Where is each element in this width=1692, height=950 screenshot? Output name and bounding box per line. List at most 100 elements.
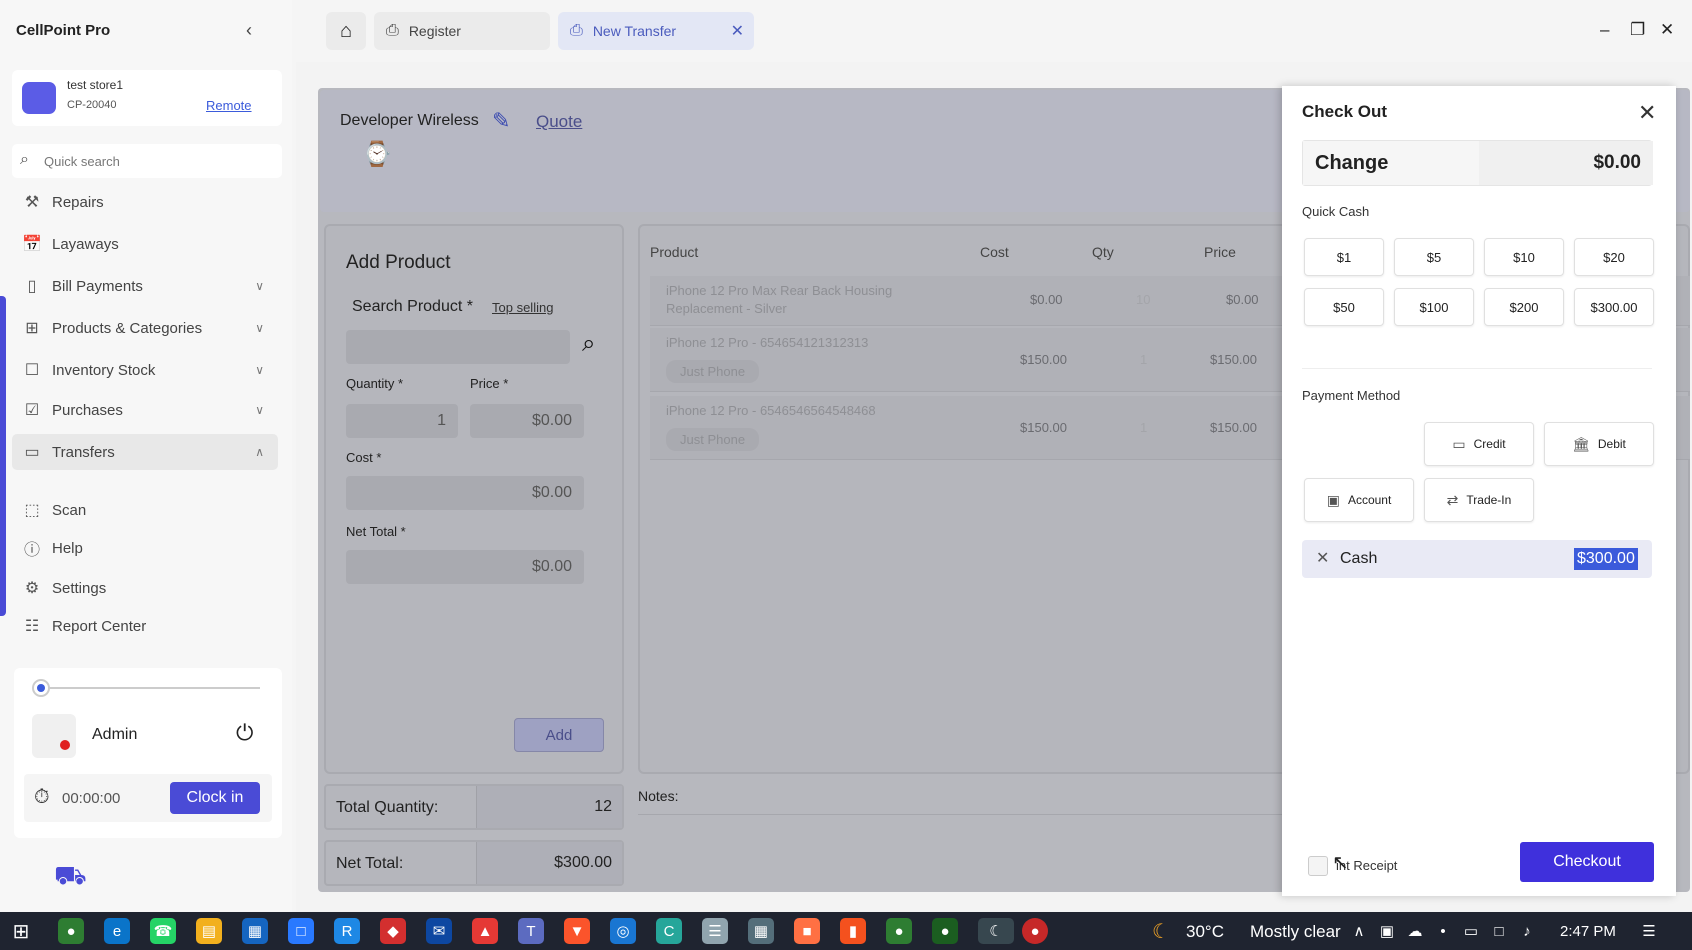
app-icon[interactable]: C: [656, 918, 682, 944]
camera-icon[interactable]: ▣: [1374, 918, 1400, 944]
status-slider-thumb[interactable]: [32, 679, 50, 697]
cellpoint-icon[interactable]: ☾: [978, 918, 1014, 944]
sidebar-item-transfers[interactable]: ▭ Transfers ∧: [12, 434, 278, 470]
notifications-icon[interactable]: ☰: [1636, 918, 1662, 944]
product-qty[interactable]: 1: [1140, 420, 1147, 435]
trade-in-button[interactable]: ⇄ Trade-In: [1424, 478, 1534, 522]
chrome-icon[interactable]: ●: [58, 918, 84, 944]
edge-icon[interactable]: e: [104, 918, 130, 944]
chrome-icon[interactable]: ●: [886, 918, 912, 944]
store-card[interactable]: test store1 CP-20040 Remote: [12, 70, 282, 126]
tab-register[interactable]: ⎙ Register: [374, 12, 550, 50]
net-total-field[interactable]: $0.00: [346, 550, 584, 584]
quick-search[interactable]: ⌕: [12, 144, 282, 178]
notepad-icon[interactable]: ☰: [702, 918, 728, 944]
windows-start-icon[interactable]: ⊞: [8, 918, 34, 944]
app-icon[interactable]: ◎: [610, 918, 636, 944]
sidebar-item-repairs[interactable]: ⚒ Repairs: [12, 184, 278, 220]
notes-field[interactable]: [638, 814, 1288, 815]
app-icon[interactable]: ◆: [380, 918, 406, 944]
product-qty[interactable]: 1: [1140, 352, 1147, 367]
debit-button[interactable]: 🏛 Debit: [1544, 422, 1654, 466]
app-icon[interactable]: ▮: [840, 918, 866, 944]
outlook-icon[interactable]: ✉: [426, 918, 452, 944]
cloud-icon[interactable]: ☁: [1402, 918, 1428, 944]
chrome-icon[interactable]: ●: [932, 918, 958, 944]
print-receipt-checkbox[interactable]: [1308, 856, 1328, 876]
sidebar-item-label: Settings: [52, 579, 107, 597]
chevron-left-icon[interactable]: ‹: [246, 20, 252, 41]
remote-link[interactable]: Remote: [206, 98, 252, 113]
brave-icon[interactable]: ▼: [564, 918, 590, 944]
home-tab[interactable]: ⌂: [326, 12, 366, 50]
store-icon[interactable]: ▦: [242, 918, 268, 944]
calculator-icon[interactable]: ▦: [748, 918, 774, 944]
product-search-input[interactable]: [346, 330, 570, 364]
cash-amount-input[interactable]: $300.00: [1574, 548, 1638, 570]
quick-cash-button[interactable]: $300.00: [1574, 288, 1654, 326]
edit-icon[interactable]: ✎: [492, 108, 510, 134]
sidebar-item-purchases[interactable]: ☑ Purchases ∨: [12, 392, 278, 428]
folder-icon[interactable]: ▤: [196, 918, 222, 944]
account-button[interactable]: ▣ Account: [1304, 478, 1414, 522]
change-value: $0.00: [1479, 141, 1653, 185]
quick-cash-button[interactable]: $50: [1304, 288, 1384, 326]
quick-cash-button[interactable]: $10: [1484, 238, 1564, 276]
sidebar-item-inventory[interactable]: ☐ Inventory Stock ∨: [12, 352, 278, 388]
quick-cash-button[interactable]: $200: [1484, 288, 1564, 326]
quick-search-input[interactable]: [44, 151, 264, 171]
record-icon[interactable]: ●: [1022, 918, 1048, 944]
remove-payment-icon[interactable]: ✕: [1316, 548, 1329, 568]
sidebar-item-products[interactable]: ⊞ Products & Categories ∨: [12, 310, 278, 346]
volume-icon[interactable]: ♪: [1514, 918, 1540, 944]
user-history-icon[interactable]: ⌚: [362, 140, 392, 169]
clock-in-button[interactable]: Clock in: [170, 782, 260, 814]
top-selling-link[interactable]: Top selling: [492, 300, 553, 315]
network-icon[interactable]: □: [1486, 918, 1512, 944]
sidebar-item-report-center[interactable]: ☷ Report Center: [12, 608, 278, 644]
app-icon[interactable]: ▲: [472, 918, 498, 944]
product-price: $150.00: [1210, 420, 1257, 435]
search-icon[interactable]: ⌕: [582, 330, 595, 358]
quick-cash-button[interactable]: $1: [1304, 238, 1384, 276]
battery-icon[interactable]: ▭: [1458, 918, 1484, 944]
help-icon: ⓘ: [23, 542, 40, 559]
sidebar-item-scan[interactable]: ⬚ Scan: [12, 492, 278, 528]
quote-link[interactable]: Quote: [536, 112, 582, 132]
add-button[interactable]: Add: [514, 718, 604, 752]
checkout-button[interactable]: Checkout: [1520, 842, 1654, 882]
chevron-up-icon[interactable]: ∧: [1346, 918, 1372, 944]
quick-cash-button[interactable]: $20: [1574, 238, 1654, 276]
total-quantity-label: Total Quantity:: [336, 799, 439, 816]
minimize-icon[interactable]: –: [1600, 20, 1609, 40]
app-icon[interactable]: □: [288, 918, 314, 944]
app-r-icon[interactable]: R: [334, 918, 360, 944]
product-qty[interactable]: 10: [1136, 292, 1150, 307]
truck-icon[interactable]: ⛟: [54, 860, 87, 895]
status-slider-track[interactable]: [40, 687, 260, 689]
close-window-icon[interactable]: ✕: [1660, 20, 1674, 40]
quantity-field[interactable]: 1: [346, 404, 458, 438]
app-icon[interactable]: ■: [794, 918, 820, 944]
price-field[interactable]: $0.00: [470, 404, 584, 438]
sidebar-item-layaways[interactable]: 📅 Layaways: [12, 226, 278, 262]
microphone-icon[interactable]: •: [1430, 918, 1456, 944]
teams-icon[interactable]: T: [518, 918, 544, 944]
credit-button[interactable]: ▭ Credit: [1424, 422, 1534, 466]
tab-new-transfer[interactable]: ⎙ New Transfer ✕: [558, 12, 754, 50]
close-icon[interactable]: ✕: [731, 21, 744, 41]
restore-icon[interactable]: ❐: [1630, 20, 1645, 40]
close-icon[interactable]: ✕: [1638, 100, 1656, 126]
power-icon[interactable]: ⏻: [236, 720, 253, 746]
product-name: iPhone 12 Pro Max Rear Back Housing Repl…: [666, 282, 892, 318]
sidebar-item-help[interactable]: ⓘ Help: [12, 530, 278, 566]
chevron-up-icon: ∧: [255, 445, 264, 459]
cost-field[interactable]: $0.00: [346, 476, 584, 510]
whatsapp-icon[interactable]: ☎: [150, 918, 176, 944]
quick-cash-button[interactable]: $100: [1394, 288, 1474, 326]
sidebar-item-bill-payments[interactable]: ▯ Bill Payments ∨: [12, 268, 278, 304]
quick-cash-button[interactable]: $5: [1394, 238, 1474, 276]
clock[interactable]: 2:47 PM: [1560, 923, 1616, 940]
credit-card-icon: ▭: [1452, 435, 1466, 452]
sidebar-item-settings[interactable]: ⚙ Settings: [12, 570, 278, 606]
